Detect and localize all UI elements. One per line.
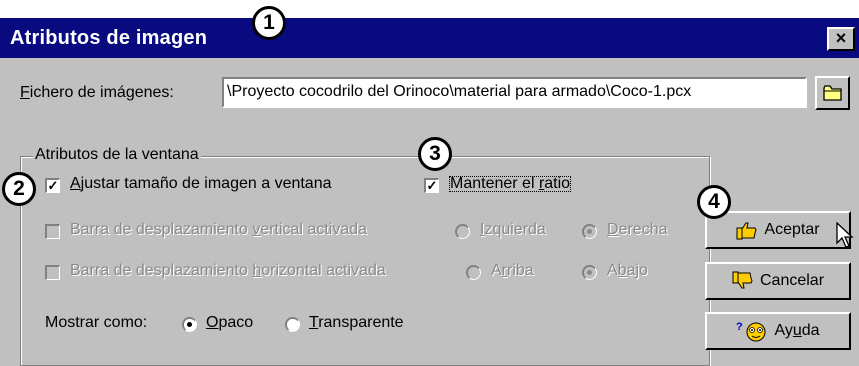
radio-dot (587, 229, 592, 234)
help-face-icon: ? (736, 321, 766, 342)
accept-button[interactable]: Aceptar (705, 211, 851, 249)
show-as-label: Mostrar como: (45, 314, 148, 331)
checkmark-icon: ✓ (426, 178, 438, 193)
vertical-scroll-checkbox[interactable] (45, 224, 60, 239)
thumbs-down-icon (732, 271, 753, 289)
right-radio-label: Derecha (607, 221, 668, 238)
transparent-radio-label[interactable]: Transparente (309, 314, 404, 332)
cancel-button[interactable]: Cancelar (705, 262, 851, 300)
dialog-window: Atributos de imagen × Fichero de imágene… (0, 18, 859, 366)
left-radio[interactable] (455, 224, 470, 239)
help-label: Ayuda (774, 322, 820, 339)
group-label: Atributos de la ventana (33, 146, 201, 164)
bottom-radio[interactable] (582, 265, 597, 280)
svg-text:?: ? (736, 321, 743, 333)
callout-1: 1 (252, 6, 286, 40)
help-button[interactable]: ? Ayuda (705, 312, 851, 350)
transparent-radio[interactable] (285, 317, 300, 332)
window-title: Atributos de imagen (10, 27, 208, 49)
file-label: Fichero de imágenes: (20, 84, 174, 101)
close-button[interactable]: × (827, 27, 855, 51)
horizontal-scroll-label: Barra de desplazamiento horizontal activ… (70, 262, 386, 279)
radio-dot (187, 322, 192, 327)
folder-icon (823, 85, 842, 101)
bottom-radio-label: Abajo (607, 262, 648, 279)
mouse-cursor-icon (836, 222, 854, 248)
opaque-radio-label[interactable]: Opaco (206, 314, 253, 332)
opaque-radio[interactable] (182, 317, 197, 332)
close-icon: × (835, 28, 847, 48)
right-radio[interactable] (582, 224, 597, 239)
top-radio[interactable] (466, 265, 481, 280)
top-radio-label: Arriba (491, 262, 534, 279)
vertical-scroll-label: Barra de desplazamiento vertical activad… (70, 221, 368, 238)
title-bar[interactable]: Atributos de imagen × (0, 18, 859, 58)
cancel-label: Cancelar (759, 272, 825, 289)
browse-folder-button[interactable] (815, 76, 850, 110)
radio-dot (587, 270, 592, 275)
accept-label: Aceptar (764, 221, 820, 238)
adjust-size-label[interactable]: Ajustar tamaño de imagen a ventana (70, 175, 332, 193)
callout-3: 3 (418, 137, 452, 171)
keep-ratio-label[interactable]: Mantener el ratio (444, 171, 576, 197)
keep-ratio-checkbox[interactable]: ✓ (424, 178, 439, 193)
callout-2: 2 (2, 172, 36, 206)
checkmark-icon: ✓ (47, 178, 59, 193)
adjust-size-checkbox[interactable]: ✓ (45, 178, 60, 193)
left-radio-label: Izquierda (480, 221, 546, 238)
file-path-input[interactable]: \Proyecto cocodrilo del Orinoco\material… (222, 77, 807, 108)
horizontal-scroll-checkbox[interactable] (45, 265, 60, 280)
thumbs-up-icon (736, 222, 757, 240)
callout-4: 4 (697, 185, 731, 219)
